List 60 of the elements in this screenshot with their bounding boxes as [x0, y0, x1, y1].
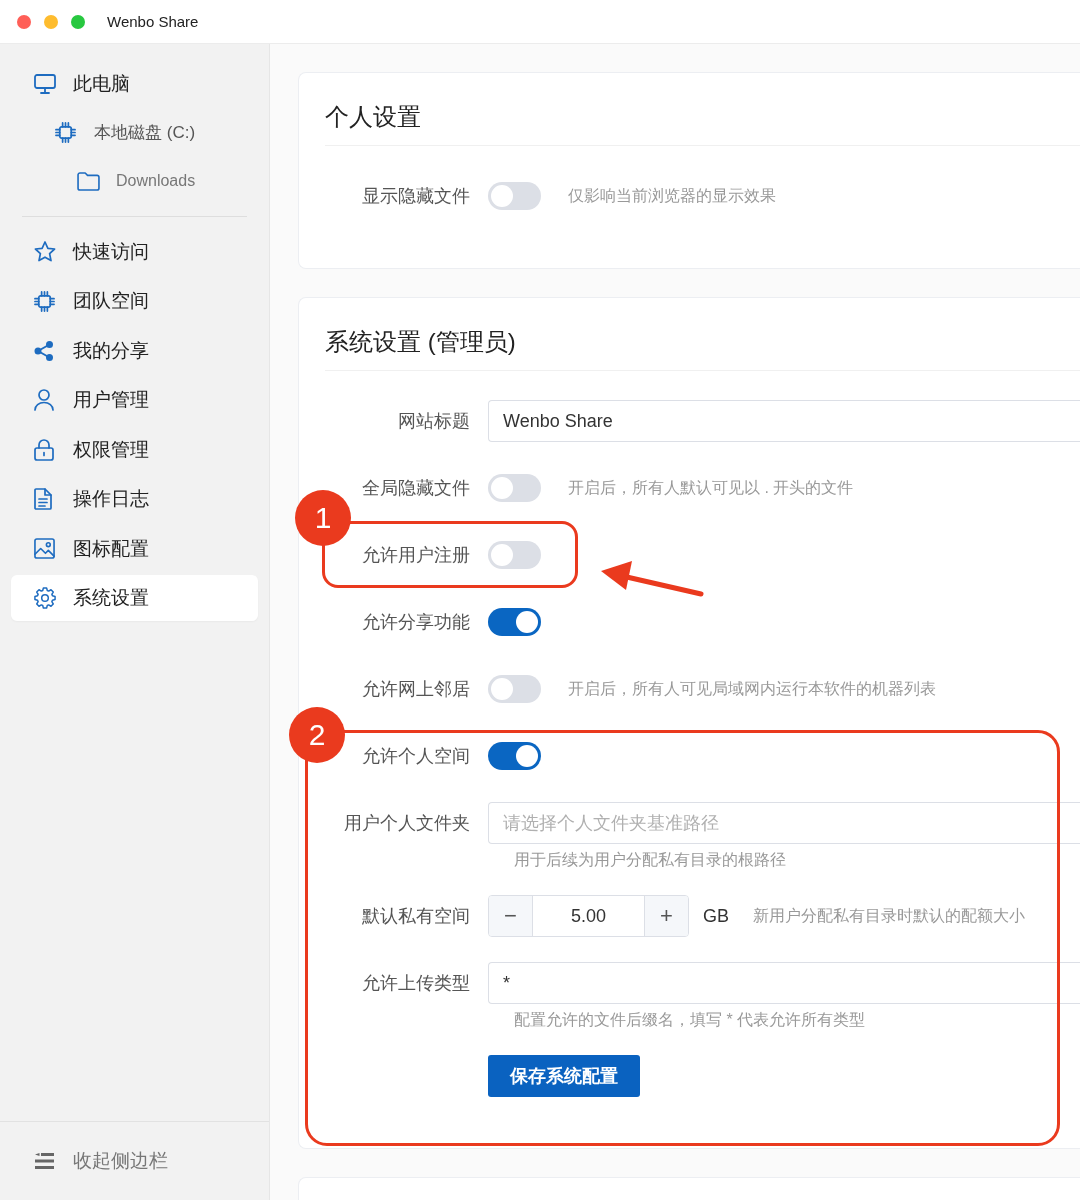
field-label: 允许个人空间	[361, 745, 470, 768]
chip-icon	[34, 290, 55, 312]
close-button[interactable]	[17, 14, 31, 29]
text-field[interactable]: Wenbo Share	[488, 400, 1080, 442]
sidebar-item[interactable]: 图标配置	[11, 525, 258, 572]
folder-icon	[77, 171, 100, 191]
window-title: Wenbo Share	[107, 13, 199, 30]
tree-item[interactable]: Downloads	[11, 157, 258, 206]
settings-icon	[34, 587, 56, 609]
increment-button[interactable]: +	[644, 896, 688, 936]
toggle-switch[interactable]	[488, 474, 541, 502]
sidebar-item[interactable]: 我的分享	[11, 327, 258, 374]
field-label: 允许上传类型	[361, 972, 470, 995]
text-field[interactable]: *	[488, 962, 1080, 1004]
star-icon	[34, 241, 56, 262]
tree-item[interactable]: 本地磁盘 (C:)	[11, 108, 258, 157]
hint-text: 开启后，所有人默认可见以 . 开头的文件	[568, 477, 854, 498]
decrement-button[interactable]: −	[489, 896, 533, 936]
sidebar-item[interactable]: 操作日志	[11, 476, 258, 522]
menu-icon	[35, 1153, 54, 1169]
text-field[interactable]: 请选择个人文件夹基准路径	[488, 802, 1080, 844]
field-label: 默认私有空间	[361, 905, 470, 928]
toggle-switch[interactable]	[488, 608, 541, 636]
field-label: 全局隐藏文件	[361, 477, 470, 500]
field-label: 允许用户注册	[361, 544, 470, 567]
maximize-button[interactable]	[71, 14, 85, 29]
toggle-switch[interactable]	[488, 182, 541, 210]
minimize-button[interactable]	[44, 14, 58, 29]
card-title: 系统设置 (管理员)	[325, 327, 516, 357]
sidebar-item[interactable]: 系统设置	[11, 575, 258, 621]
monitor-icon	[34, 74, 56, 95]
unit-label: GB	[703, 905, 729, 927]
field-label: 允许网上邻居	[361, 678, 470, 701]
save-button[interactable]: 保存系统配置	[488, 1055, 640, 1097]
hint-text: 新用户分配私有目录时默认的配额大小	[753, 905, 1025, 926]
field-label: 允许分享功能	[361, 611, 470, 634]
image-icon	[34, 538, 55, 559]
lock-icon	[34, 438, 54, 461]
card-title: 个人设置	[325, 102, 421, 132]
toggle-switch[interactable]	[488, 675, 541, 703]
sidebar-item[interactable]: 用户管理	[11, 377, 258, 423]
field-label: 网站标题	[397, 410, 470, 433]
share-icon	[34, 340, 54, 361]
user-icon	[34, 389, 54, 411]
chip-icon	[55, 122, 76, 144]
number-stepper[interactable]: − 5.00 +	[488, 895, 689, 937]
help-text: 用于后续为用户分配私有目录的根路径	[514, 850, 786, 870]
document-icon	[34, 488, 52, 510]
tree-item[interactable]: 此电脑	[11, 60, 258, 109]
field-label: 用户个人文件夹	[343, 812, 470, 835]
toggle-switch[interactable]	[488, 541, 541, 569]
field-label: 显示隐藏文件	[361, 185, 470, 208]
help-text: 配置允许的文件后缀名，填写 * 代表允许所有类型	[514, 1010, 866, 1030]
hint-text: 仅影响当前浏览器的显示效果	[568, 185, 776, 206]
sidebar-item[interactable]: 团队空间	[11, 278, 258, 324]
sidebar-item[interactable]: 权限管理	[11, 426, 258, 473]
hint-text: 开启后，所有人可见局域网内运行本软件的机器列表	[568, 678, 936, 699]
toggle-switch[interactable]	[488, 742, 541, 770]
collapse-sidebar-button[interactable]: 收起侧边栏	[0, 1121, 269, 1200]
sidebar-item[interactable]: 快速访问	[11, 228, 258, 275]
